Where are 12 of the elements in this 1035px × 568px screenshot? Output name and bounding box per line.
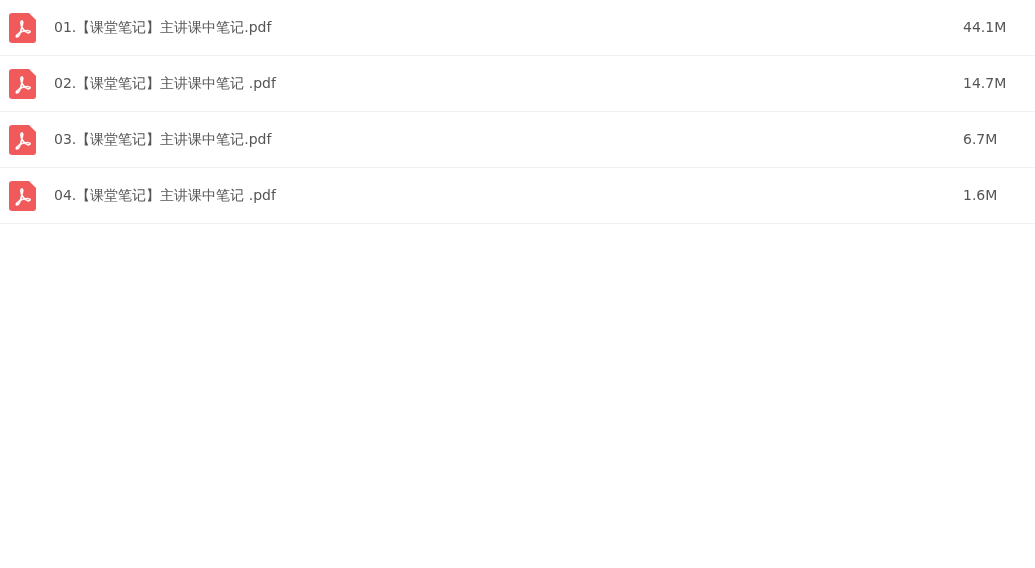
file-name[interactable]: 03.【课堂笔记】主讲课中笔记.pdf	[54, 129, 272, 150]
file-name[interactable]: 04.【课堂笔记】主讲课中笔记 .pdf	[54, 185, 276, 206]
pdf-file-icon	[9, 68, 36, 99]
pdf-file-icon	[9, 124, 36, 155]
file-size: 44.1M	[963, 18, 1008, 37]
pdf-file-icon	[9, 12, 36, 43]
file-size: 6.7M	[963, 130, 999, 149]
file-size: 1.6M	[963, 186, 999, 205]
file-name[interactable]: 02.【课堂笔记】主讲课中笔记 .pdf	[54, 73, 276, 94]
file-size: 14.7M	[963, 74, 1008, 93]
pdf-file-icon	[9, 180, 36, 211]
file-name[interactable]: 01.【课堂笔记】主讲课中笔记.pdf	[54, 17, 272, 38]
